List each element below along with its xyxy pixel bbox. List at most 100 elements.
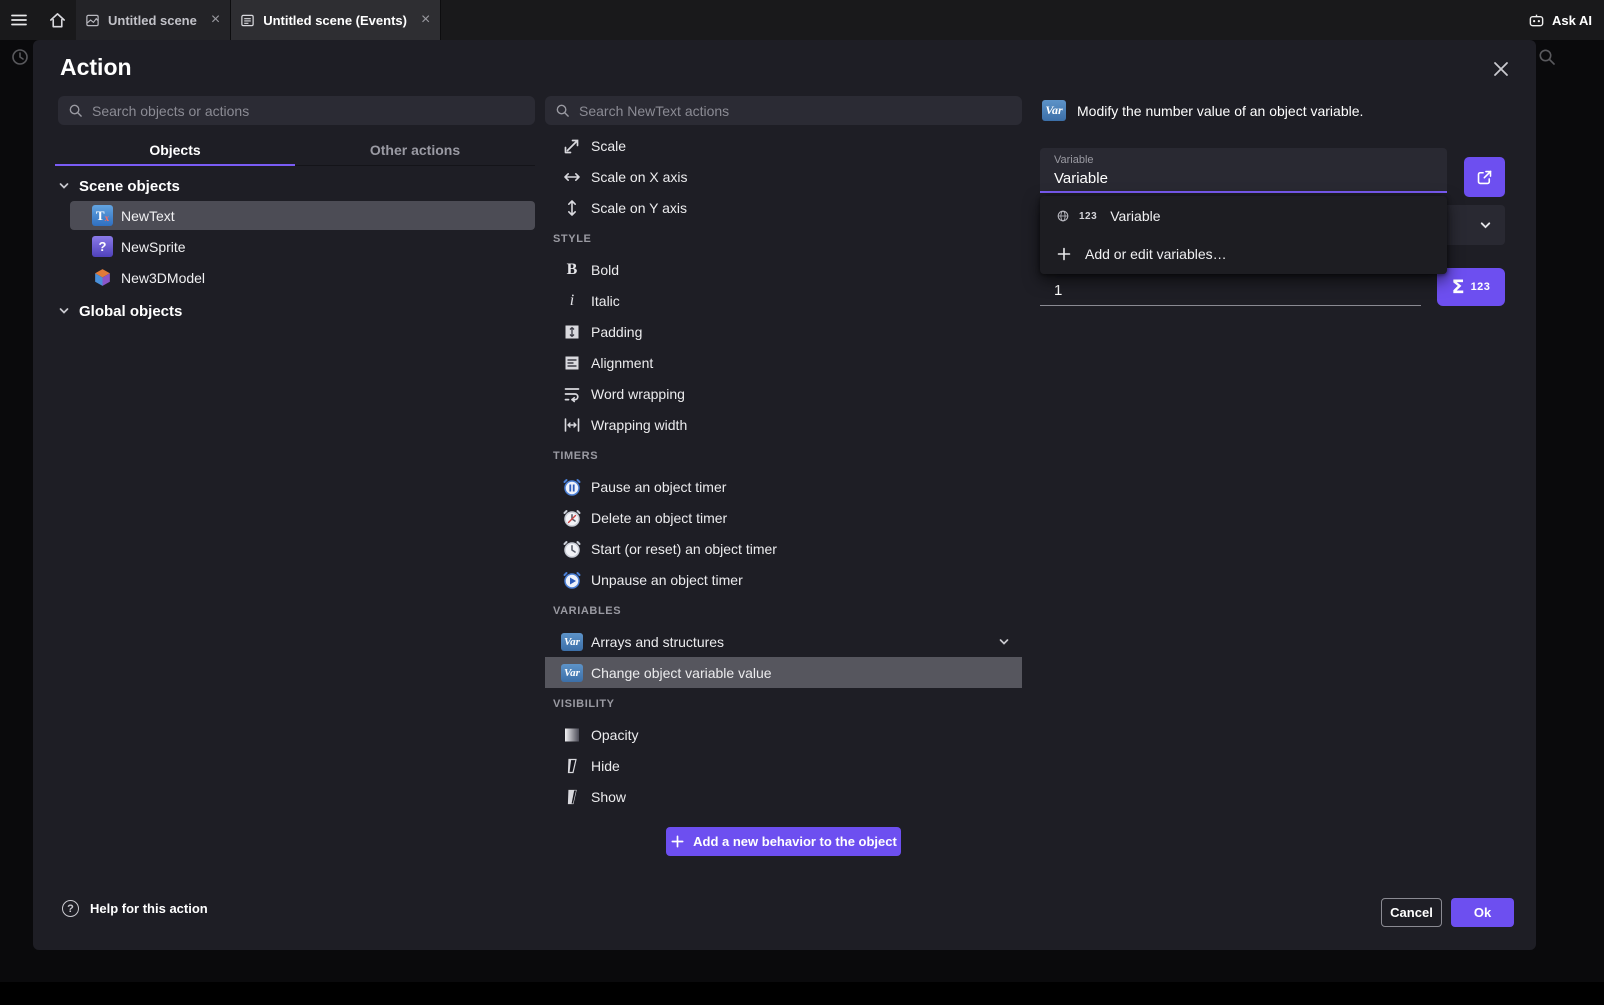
variable-field[interactable]: Variable Variable — [1040, 148, 1447, 193]
tab-untitled-scene-events[interactable]: Untitled scene (Events) × — [231, 0, 441, 40]
object-tree: Scene objects TxNewText?NewSpriteNew3DMod… — [58, 173, 535, 330]
action-row[interactable]: Pause an object timer — [545, 471, 1022, 502]
value-field-value: 1 — [1054, 282, 1407, 299]
variable-field-label: Variable — [1054, 154, 1433, 166]
action-label: Bold — [591, 262, 619, 278]
add-behavior-label: Add a new behavior to the object — [693, 834, 897, 849]
dropdown-item-label: Add or edit variables… — [1085, 246, 1227, 262]
objects-search-input[interactable] — [92, 103, 525, 119]
window-bottom — [0, 982, 1604, 1005]
help-label: Help for this action — [90, 901, 208, 916]
help-link[interactable]: ? Help for this action — [62, 900, 208, 917]
action-row[interactable]: Word wrapping — [545, 378, 1022, 409]
object-group-header[interactable]: Global objects — [58, 298, 535, 324]
action-row[interactable]: Scale on X axis — [545, 161, 1022, 192]
action-row[interactable]: Var Change object variable value — [545, 657, 1022, 688]
cancel-button[interactable]: Cancel — [1381, 898, 1442, 927]
object-label: NewText — [121, 208, 175, 224]
action-label: Unpause an object timer — [591, 572, 743, 588]
expression-button-label: 123 — [1471, 281, 1491, 293]
scale-x-icon — [562, 167, 582, 187]
tab-close-icon[interactable]: × — [421, 12, 430, 28]
model3d-object-icon — [92, 267, 113, 288]
italic-icon: i — [562, 291, 582, 311]
word-wrap-icon — [562, 384, 582, 404]
dropdown-item-variable[interactable]: 123 Variable — [1040, 197, 1447, 235]
action-row[interactable]: VarArrays and structures — [545, 626, 1022, 657]
action-row[interactable]: Alignment — [545, 347, 1022, 378]
object-group-header[interactable]: Scene objects — [58, 173, 535, 199]
add-behavior-button[interactable]: Add a new behavior to the object — [666, 827, 901, 856]
sprite-object-icon: ? — [92, 236, 113, 257]
tab-untitled-scene[interactable]: Untitled scene × — [76, 0, 231, 40]
tab-objects[interactable]: Objects — [55, 135, 295, 165]
action-label: Italic — [591, 293, 620, 309]
object-group-label: Global objects — [79, 303, 182, 320]
actions-search-input[interactable] — [579, 103, 1012, 119]
open-variables-button[interactable] — [1464, 157, 1505, 197]
action-label: Padding — [591, 324, 642, 340]
variable-field-value: Variable — [1054, 170, 1433, 187]
tab-other-actions[interactable]: Other actions — [295, 135, 535, 165]
object-row[interactable]: New3DModel — [70, 263, 535, 292]
action-label: Wrapping width — [591, 417, 687, 433]
dropdown-item-label: Variable — [1110, 208, 1160, 224]
action-row[interactable]: Delete an object timer — [545, 502, 1022, 533]
action-label: Arrays and structures — [591, 634, 724, 650]
objects-search[interactable] — [58, 96, 535, 125]
action-label: Scale on X axis — [591, 169, 688, 185]
menu-icon[interactable] — [0, 0, 38, 40]
scale-icon — [562, 136, 582, 156]
chevron-down-icon — [998, 636, 1010, 648]
action-label: Alignment — [591, 355, 653, 371]
ask-ai-button[interactable]: Ask AI — [1528, 12, 1604, 29]
actions-search[interactable] — [545, 96, 1022, 125]
var-icon: Var — [562, 663, 582, 683]
search-icon — [1537, 47, 1557, 72]
action-row[interactable]: Scale — [545, 130, 1022, 161]
dropdown-item-add-variables[interactable]: Add or edit variables… — [1040, 235, 1447, 273]
object-list: TxNewText?NewSpriteNew3DModel — [58, 201, 535, 292]
timer-unpause-icon — [562, 570, 582, 590]
action-row[interactable]: Hide — [545, 750, 1022, 781]
plus-icon — [670, 834, 685, 849]
object-row[interactable]: TxNewText — [70, 201, 535, 230]
action-row[interactable]: Unpause an object timer — [545, 564, 1022, 595]
action-row[interactable]: Start (or reset) an object timer — [545, 533, 1022, 564]
chevron-down-icon — [1479, 219, 1492, 232]
scene-tab-icon — [85, 13, 100, 28]
action-row[interactable]: i Italic — [545, 285, 1022, 316]
chevron-down-icon — [58, 305, 70, 317]
object-group-label: Scene objects — [79, 178, 180, 195]
close-icon[interactable] — [1486, 54, 1516, 84]
action-row[interactable]: Scale on Y axis — [545, 192, 1022, 223]
expression-editor-button[interactable]: Σ 123 — [1437, 268, 1505, 306]
plus-icon — [1056, 246, 1072, 262]
action-description: Modify the number value of an object var… — [1077, 100, 1363, 119]
action-section-header: VARIABLES — [545, 595, 1022, 626]
tab-close-icon[interactable]: × — [211, 12, 220, 28]
action-row[interactable]: BBold — [545, 254, 1022, 285]
external-link-icon — [1475, 168, 1494, 187]
action-row[interactable]: Padding — [545, 316, 1022, 347]
action-label: Word wrapping — [591, 386, 685, 402]
action-row[interactable]: Wrapping width — [545, 409, 1022, 440]
object-row[interactable]: ?NewSprite — [70, 232, 535, 261]
action-label: Change object variable value — [591, 665, 772, 681]
action-label: Pause an object timer — [591, 479, 726, 495]
action-row[interactable]: Show — [545, 781, 1022, 812]
action-label: Start (or reset) an object timer — [591, 541, 777, 557]
action-row[interactable]: Opacity — [545, 719, 1022, 750]
show-icon — [562, 787, 582, 807]
action-label: Delete an object timer — [591, 510, 727, 526]
gdevelop-app: Untitled scene × Untitled scene (Events)… — [0, 0, 1604, 1005]
action-label: Scale — [591, 138, 626, 154]
ok-button[interactable]: Ok — [1451, 898, 1514, 927]
home-icon[interactable] — [38, 0, 76, 40]
ask-ai-label: Ask AI — [1552, 13, 1592, 28]
tab-label: Untitled scene — [108, 13, 197, 28]
var-icon: Var — [1042, 100, 1066, 121]
timer-delete-icon — [562, 508, 582, 528]
sigma-icon: Σ — [1452, 276, 1465, 298]
action-description-row: Var Modify the number value of an object… — [1042, 100, 1505, 121]
